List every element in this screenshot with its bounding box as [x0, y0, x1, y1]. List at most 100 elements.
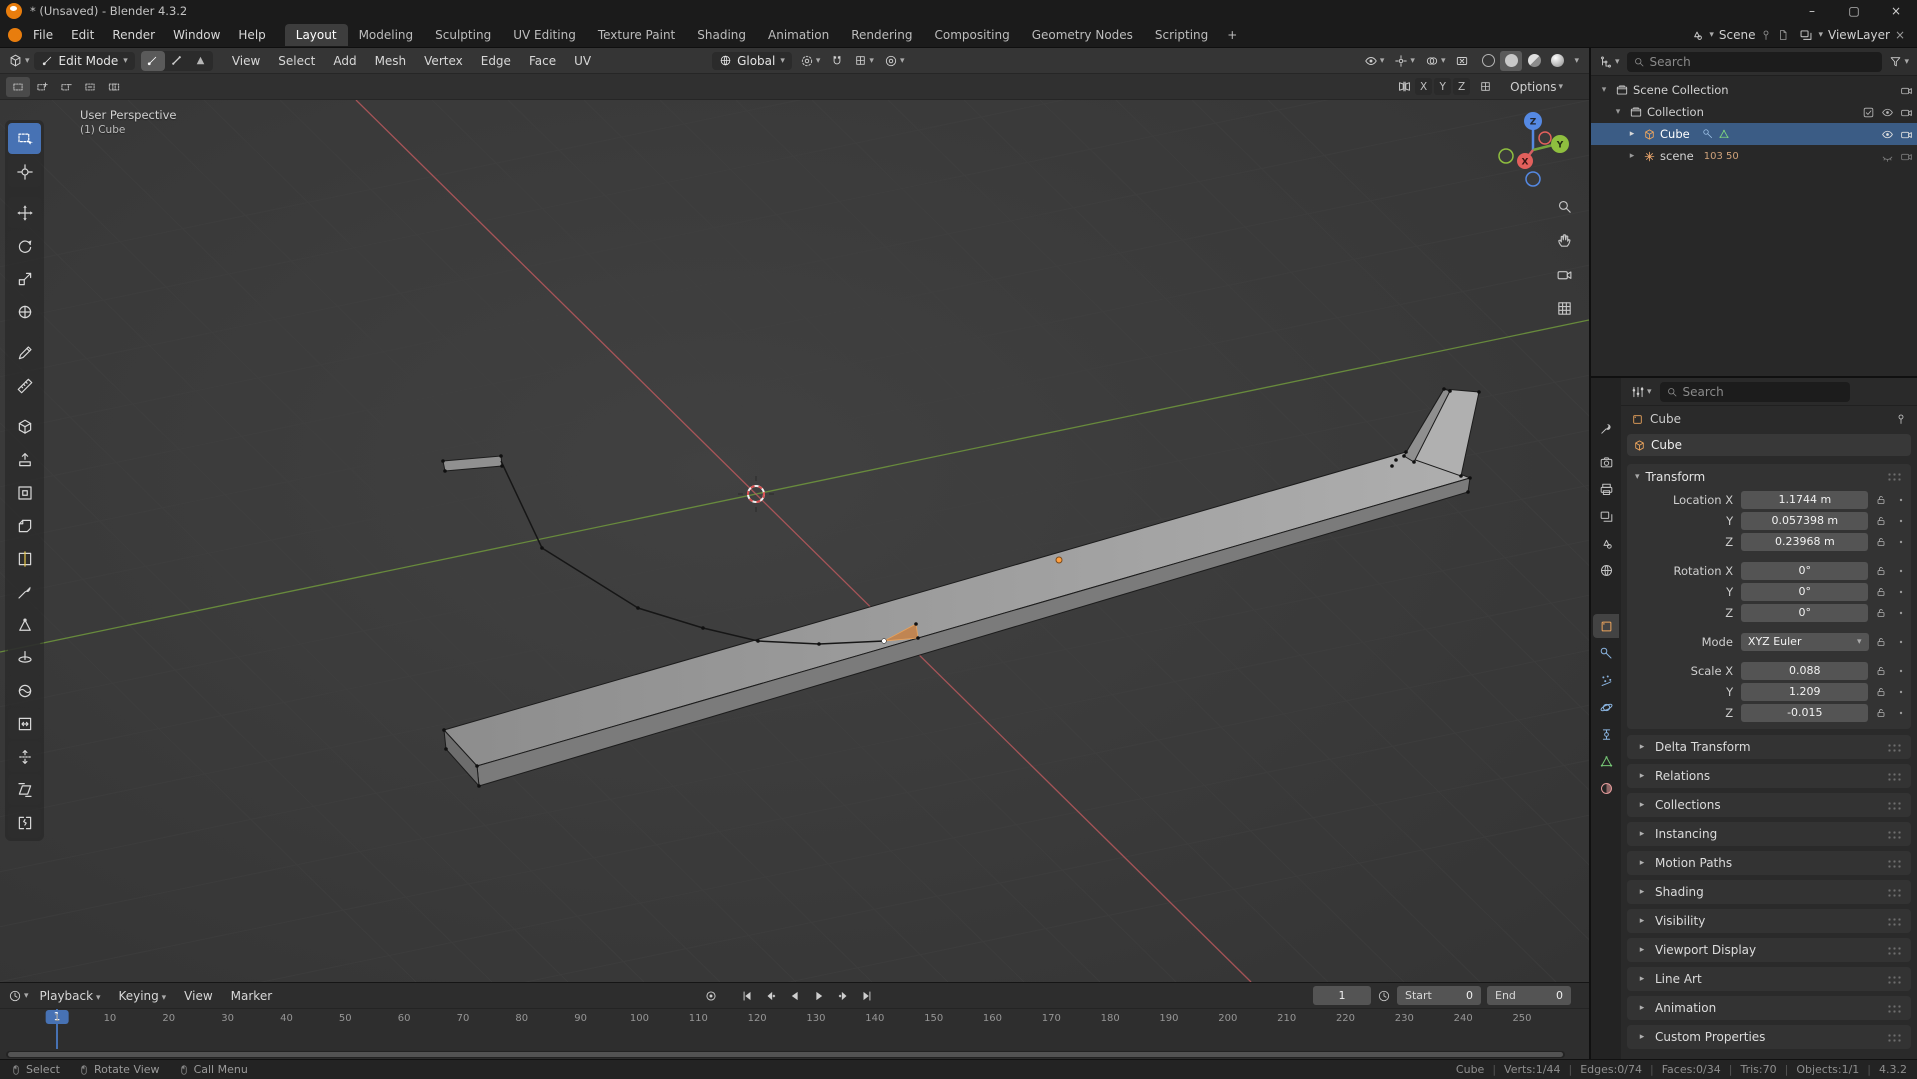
panel-grip[interactable]: [1887, 800, 1903, 810]
properties-tab-render[interactable]: [1593, 450, 1619, 474]
hide-viewport-icon[interactable]: [1881, 106, 1894, 119]
panel-visibility[interactable]: ▸ Visibility: [1627, 909, 1911, 933]
exclude-checkbox-icon[interactable]: [1862, 106, 1875, 119]
tool-add-cube-button[interactable]: [8, 411, 41, 442]
properties-tab-object[interactable]: [1593, 614, 1619, 638]
new-scene-icon[interactable]: [1777, 29, 1789, 41]
properties-tab-data[interactable]: [1593, 749, 1619, 773]
options-dropdown[interactable]: Options ▾: [1508, 79, 1565, 95]
pin-icon[interactable]: [1760, 29, 1772, 41]
lock-button[interactable]: [1869, 636, 1894, 648]
pan-button[interactable]: [1553, 229, 1575, 251]
visibility-dropdown-button[interactable]: ▾: [1362, 53, 1387, 69]
value-field[interactable]: 0.088: [1741, 661, 1869, 680]
tool-annotate-button[interactable]: [8, 337, 41, 368]
panel-grip[interactable]: [1887, 829, 1903, 839]
shading-solid-button[interactable]: [1500, 50, 1523, 71]
play-backwards-button[interactable]: [784, 986, 806, 1006]
shading-dropdown-button[interactable]: ▾: [1574, 56, 1579, 66]
panel-custom-properties[interactable]: ▸ Custom Properties: [1627, 1025, 1911, 1049]
frame-end-field[interactable]: End 0: [1487, 986, 1571, 1005]
animate-dot-button[interactable]: [1894, 686, 1909, 698]
timeline-ruler[interactable]: 1 1 10 20 30 40 50 60 70 80 90 100 110 120 130 140 150 1…: [0, 1009, 1589, 1059]
animate-dot-button[interactable]: [1894, 636, 1909, 648]
menu-render[interactable]: Render: [103, 25, 164, 45]
panel-relations[interactable]: ▸ Relations: [1627, 764, 1911, 788]
panel-grip[interactable]: [1887, 771, 1903, 781]
gizmo-z-neg-axis[interactable]: [1525, 171, 1541, 187]
panel-grip[interactable]: [1887, 1032, 1903, 1042]
lock-button[interactable]: [1868, 494, 1893, 506]
tool-bevel-button[interactable]: [8, 510, 41, 541]
close-button[interactable]: ×: [1875, 0, 1917, 22]
gizmo-x-neg-axis[interactable]: [1538, 131, 1552, 145]
disable-render-icon[interactable]: [1900, 106, 1913, 119]
value-field[interactable]: -0.015: [1741, 703, 1869, 722]
animate-dot-button[interactable]: [1894, 515, 1909, 527]
outliner-filter-button[interactable]: ▾: [1887, 54, 1911, 69]
jump-end-button[interactable]: [856, 986, 878, 1006]
animate-dot-button[interactable]: [1894, 665, 1909, 677]
panel-grip[interactable]: [1887, 858, 1903, 868]
viewport-menu-add[interactable]: Add: [324, 51, 365, 71]
viewport-menu-select[interactable]: Select: [269, 51, 324, 71]
timeline-menu-playback[interactable]: Playback ▾: [31, 986, 110, 1006]
value-field[interactable]: 0°: [1741, 603, 1869, 622]
hide-viewport-icon[interactable]: [1881, 128, 1894, 141]
tool-select-box-button[interactable]: [8, 123, 41, 154]
vertex-select-button[interactable]: [140, 50, 165, 71]
select-mode-extend-button[interactable]: [30, 77, 54, 97]
panel-grip[interactable]: [1887, 1003, 1903, 1013]
viewport-menu-vertex[interactable]: Vertex: [415, 51, 472, 71]
3d-viewport[interactable]: Z Y X User Perspective (1) Cube: [0, 100, 1589, 982]
properties-tab-modifiers[interactable]: [1593, 641, 1619, 665]
workspace-tab-sculpting[interactable]: Sculpting: [424, 24, 502, 46]
properties-search-input[interactable]: Search: [1659, 381, 1850, 402]
properties-tab-output[interactable]: [1593, 477, 1619, 501]
tool-measure-button[interactable]: [8, 370, 41, 401]
tool-inset-button[interactable]: [8, 477, 41, 508]
lock-button[interactable]: [1868, 536, 1893, 548]
tool-rip-button[interactable]: [8, 807, 41, 838]
workspace-tab-uv-editing[interactable]: UV Editing: [502, 24, 587, 46]
render-visibility-icon[interactable]: [1900, 84, 1913, 97]
gizmos-dropdown-button[interactable]: ▾: [1392, 53, 1417, 69]
tool-move-button[interactable]: [8, 197, 41, 228]
frame-clock-icon[interactable]: [1377, 989, 1391, 1003]
value-field[interactable]: 0.057398 m: [1741, 511, 1869, 530]
tool-extrude-button[interactable]: [8, 444, 41, 475]
viewlayer-selector[interactable]: ▾ ViewLayer ×: [1799, 28, 1905, 42]
workspace-tab-layout[interactable]: Layout: [284, 23, 348, 46]
tool-spin-button[interactable]: [8, 642, 41, 673]
select-mode-intersect-button[interactable]: [102, 77, 126, 97]
mode-dropdown-field[interactable]: XYZ Euler ▾: [1740, 632, 1869, 651]
panel-grip[interactable]: [1887, 472, 1903, 481]
hidden-icon[interactable]: [1881, 150, 1894, 163]
zoom-button[interactable]: [1553, 195, 1575, 217]
panel-collections[interactable]: ▸ Collections: [1627, 793, 1911, 817]
viewport-menu-face[interactable]: Face: [520, 51, 565, 71]
tool-cursor-button[interactable]: [8, 156, 41, 187]
timeline-scrollbar[interactable]: [6, 1051, 1565, 1058]
value-field[interactable]: 0.23968 m: [1741, 532, 1869, 551]
menu-window[interactable]: Window: [164, 25, 229, 45]
lock-button[interactable]: [1868, 607, 1893, 619]
minimize-button[interactable]: –: [1791, 0, 1833, 22]
value-field[interactable]: 0°: [1741, 561, 1869, 580]
properties-editor-type-button[interactable]: ▾: [1629, 384, 1654, 400]
face-select-button[interactable]: [189, 51, 213, 71]
edge-select-button[interactable]: [165, 51, 189, 71]
editor-type-button[interactable]: ▾: [6, 52, 32, 69]
tool-rotate-button[interactable]: [8, 230, 41, 261]
properties-tab-particles[interactable]: [1593, 668, 1619, 692]
ortho-toggle-button[interactable]: [1553, 297, 1575, 319]
disable-render-icon[interactable]: [1900, 128, 1913, 141]
panel-animation[interactable]: ▸ Animation: [1627, 996, 1911, 1020]
tool-scale-button[interactable]: [8, 263, 41, 294]
xray-toggle-button[interactable]: [1453, 53, 1471, 69]
overlays-dropdown-button[interactable]: ▾: [1423, 53, 1448, 69]
jump-next-keyframe-button[interactable]: [832, 986, 854, 1006]
panel-delta-transform[interactable]: ▸ Delta Transform: [1627, 735, 1911, 759]
workspace-tab-rendering[interactable]: Rendering: [840, 24, 923, 46]
tool-transform-button[interactable]: [8, 296, 41, 327]
